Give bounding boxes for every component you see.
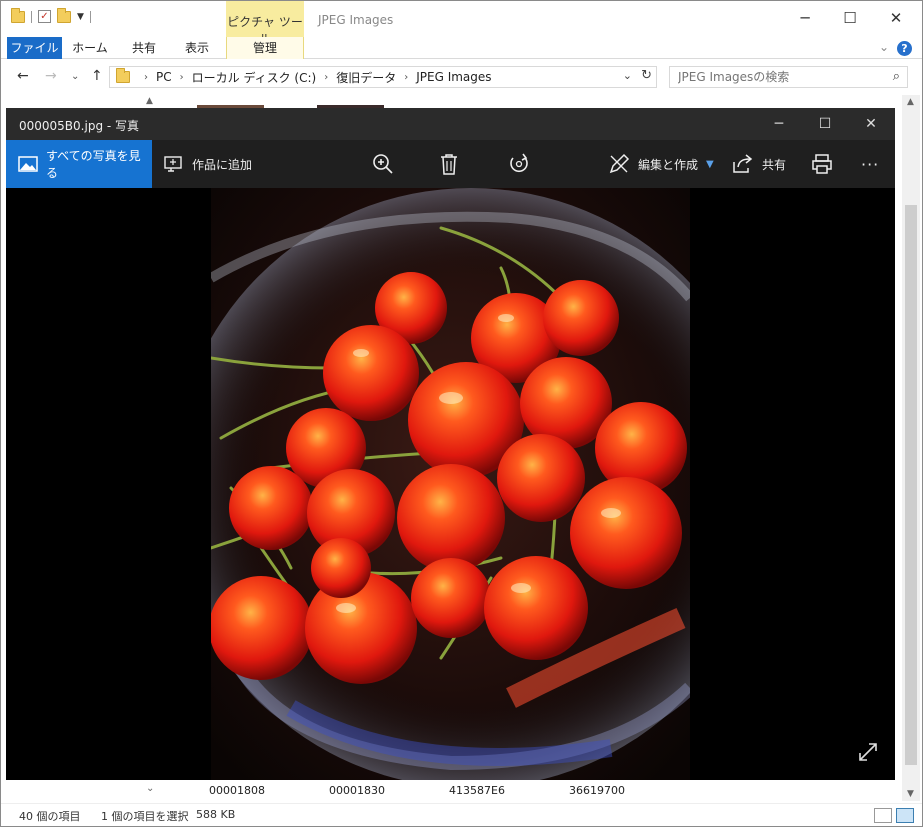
zoom-in-icon (372, 153, 394, 175)
delete-button[interactable] (440, 140, 458, 188)
tab-share[interactable]: 共有 (123, 37, 165, 59)
properties-check-icon[interactable]: ✓ (38, 10, 51, 23)
window-title: JPEG Images (318, 13, 394, 27)
ribbon-tabs: ファイル ホーム 共有 表示 管理 ⌄ ? (1, 37, 922, 59)
see-all-photos-label: すべての写真を見る (46, 149, 141, 180)
new-folder-icon[interactable] (57, 7, 71, 23)
scroll-up-icon[interactable]: ▲ (907, 97, 914, 107)
add-to-creation-label: 作品に追加 (192, 157, 253, 172)
chevron-right-icon[interactable]: › (144, 72, 148, 83)
tab-home[interactable]: ホーム (67, 37, 113, 59)
chevron-right-icon[interactable]: › (180, 72, 184, 83)
edit-create-button[interactable]: 編集と作成 ▼ (608, 140, 714, 188)
photos-toolbar: すべての写真を見る 作品に追加 編集と作成 ▼ 共有 ··· (6, 140, 895, 188)
close-button[interactable]: ✕ (873, 1, 919, 35)
qat-separator (89, 10, 91, 23)
see-all-photos-button[interactable]: すべての写真を見る (6, 140, 152, 188)
back-icon[interactable]: ← (17, 68, 29, 84)
large-icons-view-icon[interactable] (896, 808, 914, 823)
add-to-creation-icon (164, 155, 184, 173)
share-button[interactable]: 共有 (732, 140, 786, 188)
file-label[interactable]: 00001830 (329, 784, 385, 797)
breadcrumb-pc[interactable]: PC (156, 70, 172, 84)
tab-manage[interactable]: 管理 (226, 37, 304, 59)
folder-icon[interactable] (11, 7, 25, 23)
up-icon[interactable]: ↑ (91, 68, 103, 84)
photo-canvas (6, 188, 895, 780)
address-toolbar: ← → ⌄ ↑ › PC › ローカル ディスク (C:) › 復旧データ › … (1, 59, 922, 95)
breadcrumb-local-disk[interactable]: ローカル ディスク (C:) (192, 69, 317, 86)
rotate-button[interactable] (507, 140, 531, 188)
expand-ribbon-icon[interactable]: ⌄ (879, 40, 889, 54)
cherries-photo (211, 188, 690, 780)
edit-create-label: 編集と作成 (638, 157, 699, 172)
zoom-button[interactable] (372, 140, 394, 188)
minimize-button[interactable]: ─ (782, 1, 828, 35)
details-view-icon[interactable] (874, 808, 892, 823)
file-list-scrollbar[interactable]: ▲ ▼ (902, 95, 920, 801)
photos-minimize-button[interactable]: ─ (756, 108, 802, 140)
qat-separator (31, 10, 32, 23)
photo-image[interactable] (211, 188, 690, 780)
item-count: 40 個の項目 (19, 810, 81, 823)
more-icon: ··· (861, 154, 880, 174)
folder-icon (116, 68, 130, 83)
chevron-down-icon: ▼ (706, 158, 714, 170)
chevron-down-icon[interactable]: ⌄ (623, 69, 632, 82)
print-button[interactable] (811, 140, 833, 188)
trash-icon (440, 153, 458, 175)
customize-qat-icon[interactable]: ▼ (77, 12, 84, 22)
address-bar[interactable]: › PC › ローカル ディスク (C:) › 復旧データ › JPEG Ima… (109, 66, 657, 88)
full-screen-icon[interactable] (857, 741, 879, 766)
selection-size: 588 KB (196, 808, 236, 821)
explorer-titlebar: ✓ ▼ ピクチャ ツール JPEG Images ─ ☐ ✕ (1, 1, 922, 46)
add-to-creation-button[interactable]: 作品に追加 (164, 140, 252, 188)
search-input[interactable] (669, 66, 908, 88)
rotate-icon (507, 153, 531, 175)
chevron-right-icon[interactable]: › (404, 72, 408, 83)
photos-titlebar: 000005B0.jpg - 写真 ─ ☐ ✕ (6, 108, 895, 140)
photos-close-button[interactable]: ✕ (848, 108, 894, 140)
search-icon[interactable]: ⌕ (893, 69, 900, 84)
refresh-icon[interactable]: ↻ (641, 68, 652, 83)
file-label[interactable]: 413587E6 (449, 784, 505, 797)
photos-app-window: 000005B0.jpg - 写真 ─ ☐ ✕ すべての写真を見る 作品に追加 (6, 108, 895, 780)
picture-tools-context-tab: ピクチャ ツール (226, 1, 304, 46)
nav-pane-scroll-up-icon[interactable]: ▲ (146, 96, 153, 106)
share-icon (732, 154, 754, 174)
photo-icon (18, 156, 38, 172)
breadcrumb-jpeg-images[interactable]: JPEG Images (416, 70, 491, 84)
edit-pen-icon (608, 153, 630, 175)
scroll-down-icon[interactable]: ▼ (907, 789, 914, 799)
recent-locations-icon[interactable]: ⌄ (71, 71, 79, 82)
photos-window-title: 000005B0.jpg - 写真 (19, 119, 140, 133)
tab-file[interactable]: ファイル (7, 37, 62, 59)
tab-view[interactable]: 表示 (175, 37, 219, 59)
more-options-button[interactable]: ··· (861, 140, 879, 188)
help-icon[interactable]: ? (897, 41, 912, 56)
breadcrumb-recovery[interactable]: 復旧データ (336, 69, 396, 86)
scrollbar-thumb[interactable] (905, 205, 917, 765)
selection-count: 1 個の項目を選択 (101, 810, 189, 823)
forward-icon[interactable]: → (45, 68, 57, 84)
file-label[interactable]: 00001808 (209, 784, 265, 797)
file-label[interactable]: 36619700 (569, 784, 625, 797)
maximize-button[interactable]: ☐ (827, 1, 873, 35)
quick-access-toolbar: ✓ ▼ (11, 7, 91, 23)
nav-pane-scroll-down-icon[interactable]: ⌄ (146, 783, 154, 794)
chevron-right-icon[interactable]: › (324, 72, 328, 83)
status-bar: 40 個の項目 1 個の項目を選択 588 KB (1, 803, 922, 827)
file-list-labels: ⌄ 00001808 00001830 413587E6 36619700 (1, 781, 901, 801)
printer-icon (811, 153, 833, 175)
photos-maximize-button[interactable]: ☐ (802, 108, 848, 140)
share-label: 共有 (762, 157, 787, 172)
